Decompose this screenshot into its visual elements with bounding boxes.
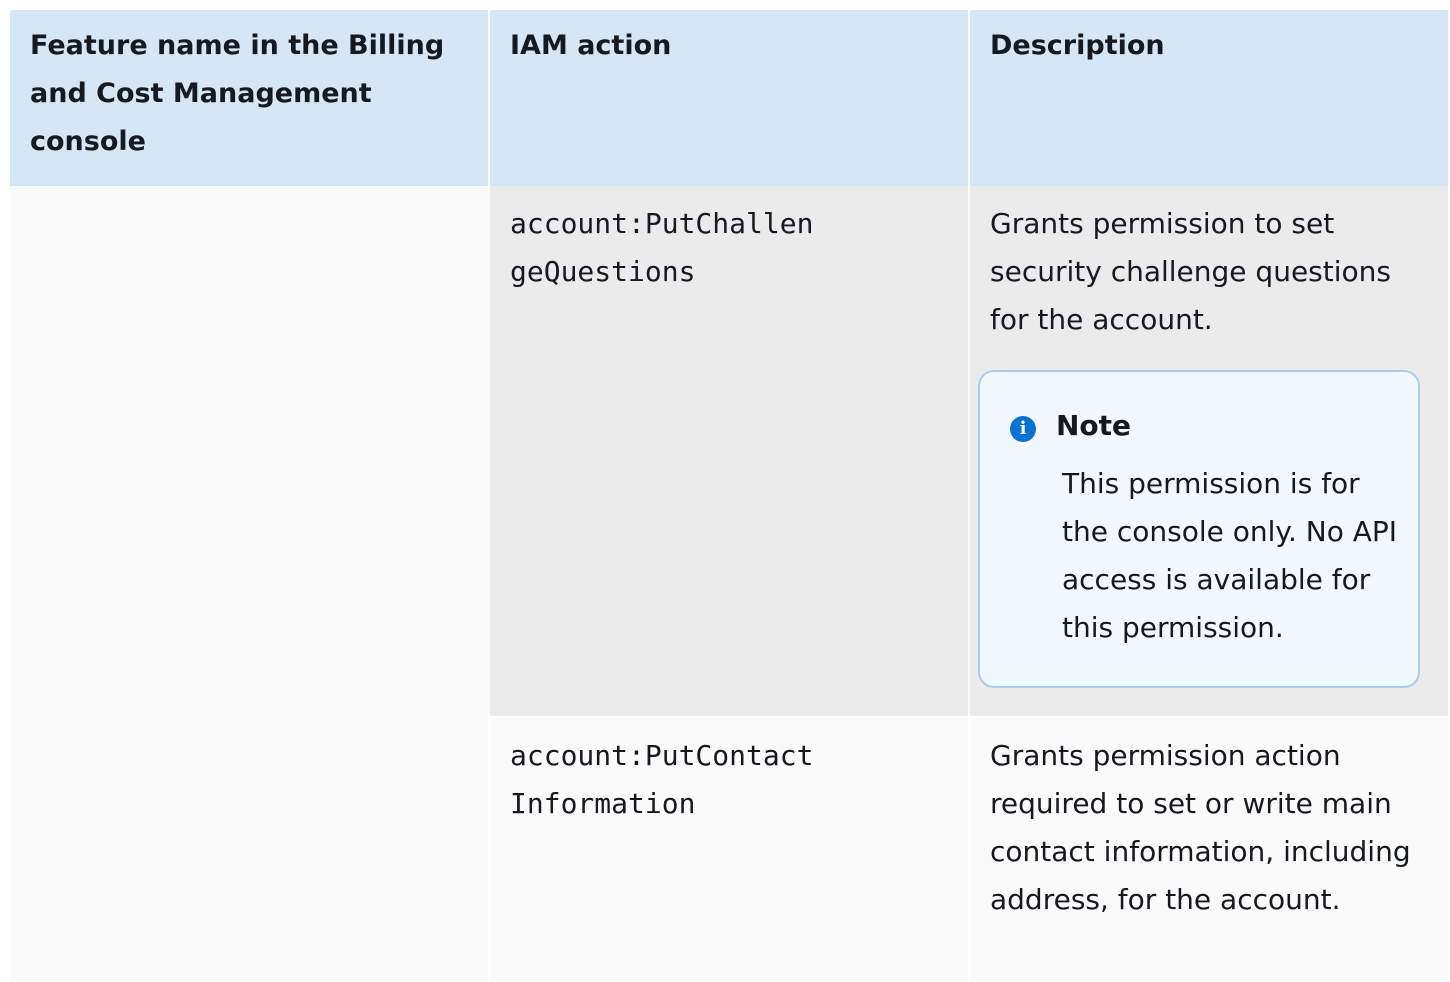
- header-iam-action: IAM action: [490, 10, 968, 186]
- feature-name-cell: [10, 186, 488, 982]
- info-icon: i: [1010, 416, 1036, 442]
- note-callout: i Note This permission is for the consol…: [978, 370, 1420, 688]
- note-header: i Note: [1010, 402, 1398, 450]
- header-feature-name: Feature name in the Billing and Cost Man…: [10, 10, 488, 186]
- iam-action-cell: account:PutChallen geQuestions: [490, 186, 968, 716]
- iam-action-cell: account:PutContact Information: [490, 718, 968, 982]
- note-text: This permission is for the console only.…: [1062, 467, 1398, 644]
- description-cell: Grants permission action required to set…: [970, 718, 1448, 982]
- header-description: Description: [970, 10, 1448, 186]
- note-title: Note: [1056, 409, 1132, 442]
